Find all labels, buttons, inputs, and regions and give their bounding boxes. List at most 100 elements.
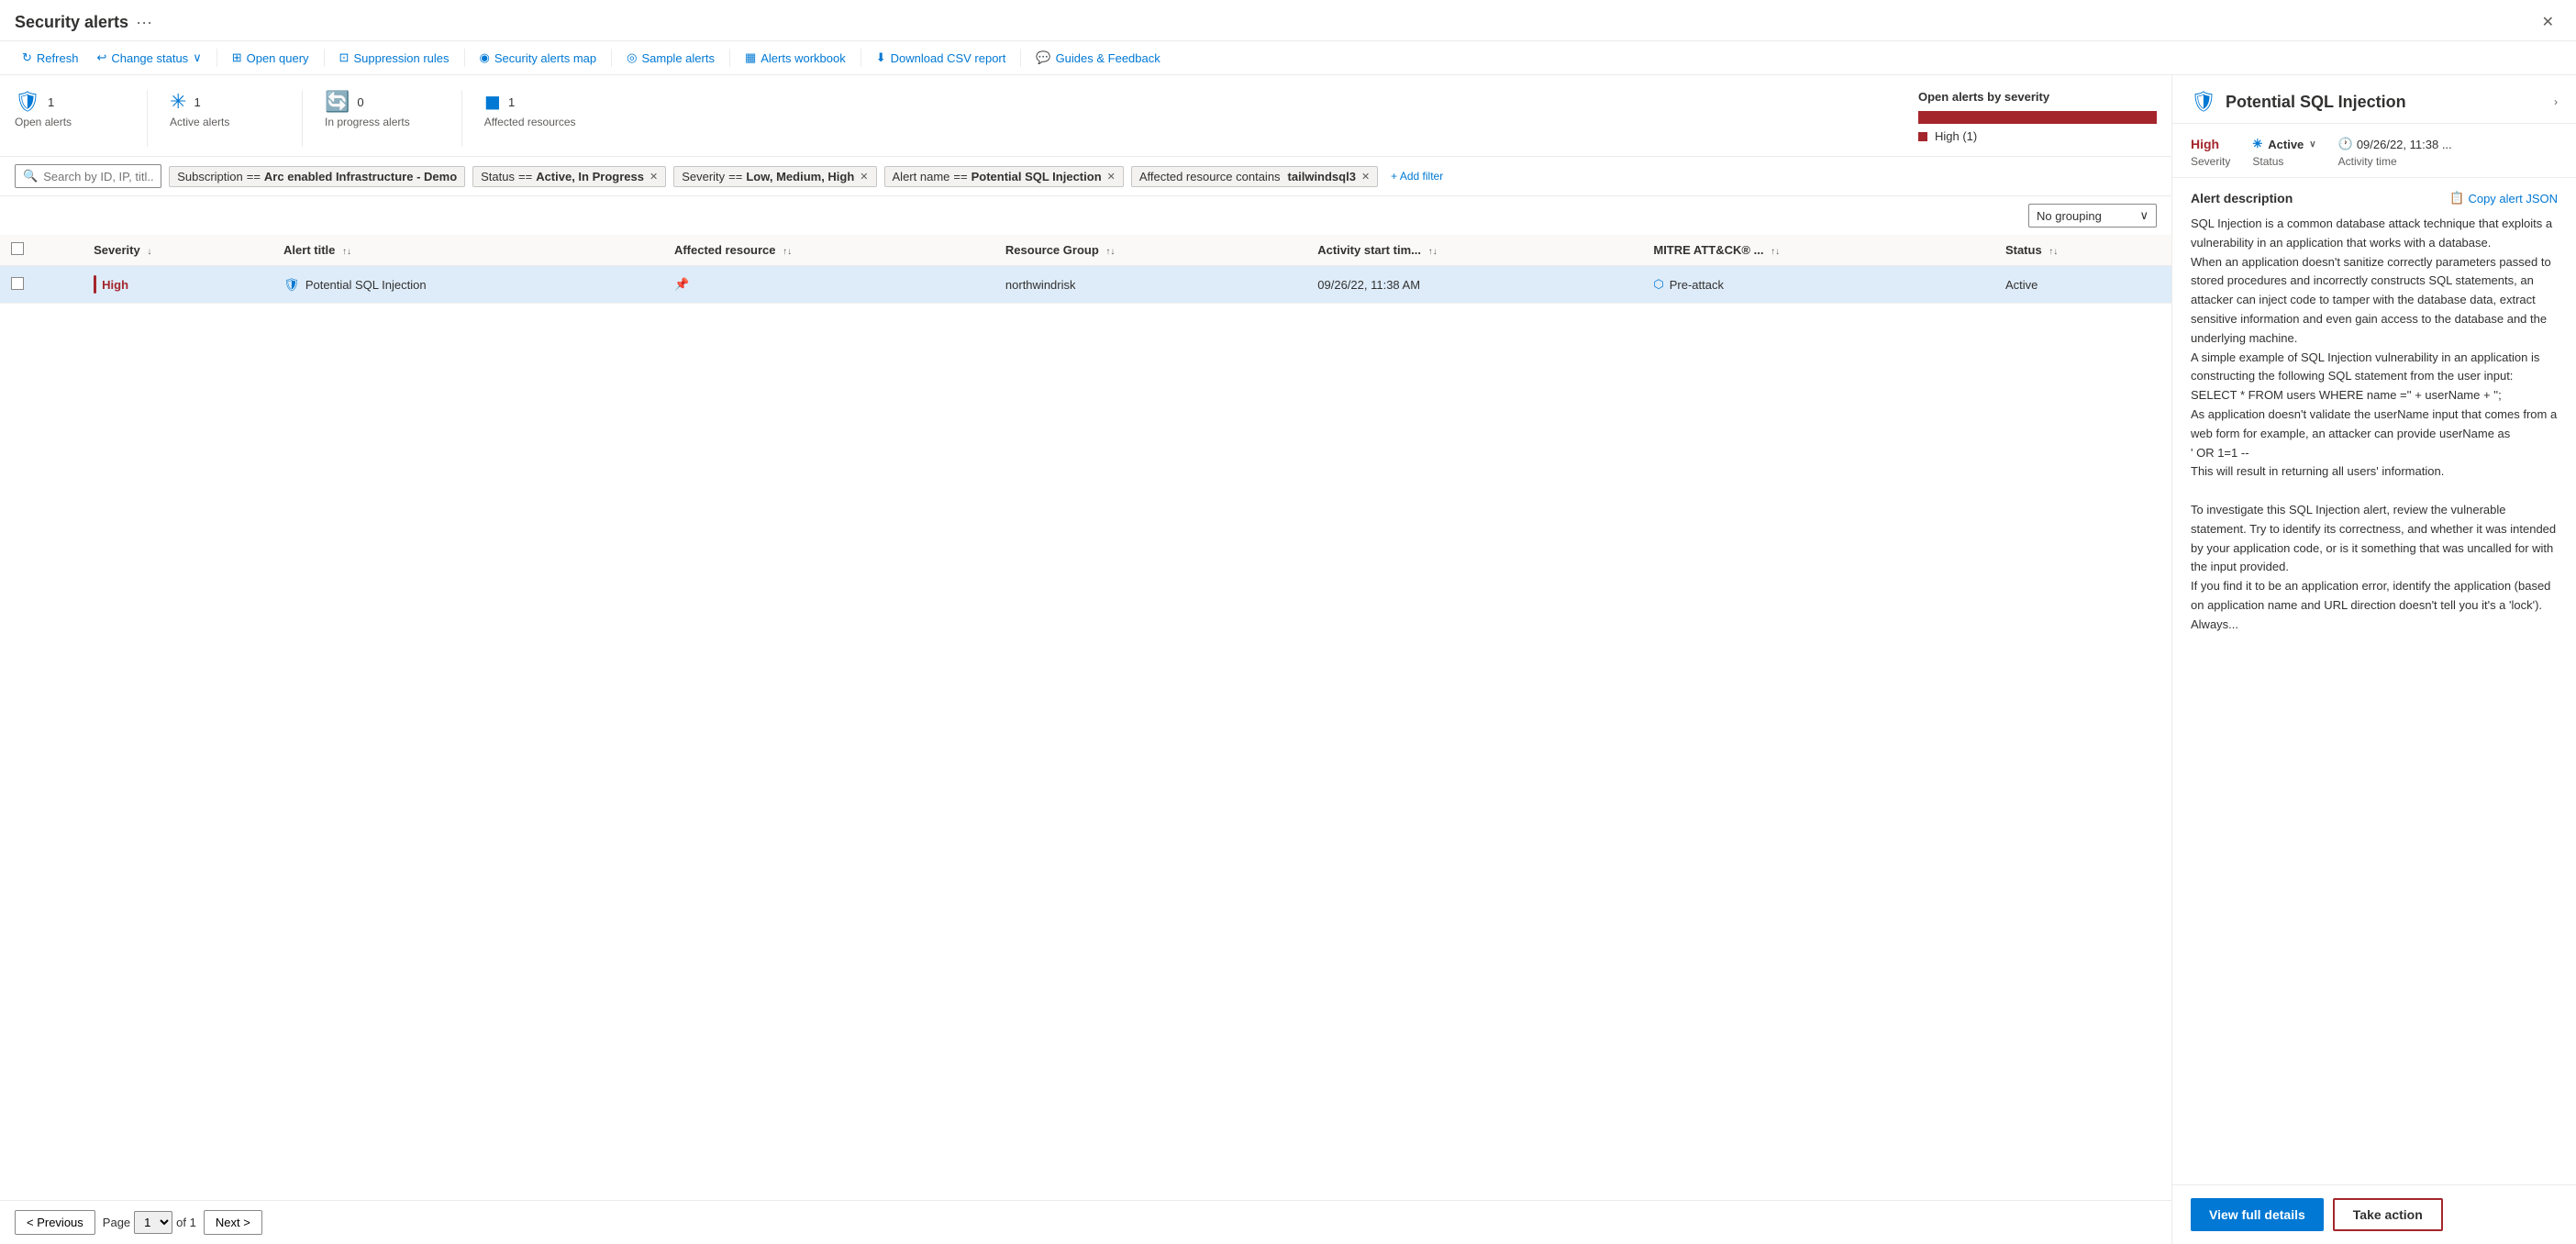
- high-legend-color: [1918, 132, 1927, 141]
- table-row[interactable]: High 🛡 Potential SQL Injection 📌: [0, 266, 2171, 304]
- main-window: Security alerts ··· ✕ ↻ Refresh ↩ Change…: [0, 0, 2576, 1244]
- filter-tag-alert-name: Alert name == Potential SQL Injection ✕: [884, 166, 1124, 187]
- search-icon: 🔍: [23, 169, 38, 183]
- download-icon: ⬇: [876, 50, 886, 65]
- sample-alerts-icon: ◎: [627, 50, 637, 65]
- severity-sort-icon[interactable]: ↓: [147, 247, 151, 257]
- detail-panel: 🛡 Potential SQL Injection › High Severit…: [2172, 75, 2576, 1244]
- filter-tag-status: Status == Active, In Progress ✕: [472, 166, 666, 187]
- change-status-button[interactable]: ↩ Change status ∨: [89, 47, 208, 69]
- take-action-button[interactable]: Take action: [2333, 1198, 2443, 1231]
- resource-group-sort-icon[interactable]: ↑↓: [1105, 247, 1115, 257]
- alert-description-text: SQL Injection is a common database attac…: [2191, 215, 2558, 635]
- main-content: 🛡 1 Open alerts ✳ 1 Active alerts: [0, 75, 2576, 1244]
- remove-affected-resource-filter-button[interactable]: ✕: [1361, 171, 1370, 183]
- severity-column-header: Severity ↓: [83, 235, 272, 266]
- alerts-table: Severity ↓ Alert title ↑↓ Affected resou…: [0, 235, 2171, 304]
- remove-severity-filter-button[interactable]: ✕: [860, 171, 868, 183]
- alerts-workbook-button[interactable]: ▦ Alerts workbook: [738, 47, 853, 69]
- in-progress-icon: 🔄: [325, 90, 350, 114]
- high-legend-label: High (1): [1935, 129, 1977, 143]
- add-filter-button[interactable]: + Add filter: [1385, 167, 1449, 185]
- meta-severity: High Severity: [2191, 137, 2230, 168]
- page-number-select[interactable]: 1: [134, 1211, 172, 1234]
- refresh-button[interactable]: ↻ Refresh: [15, 47, 85, 69]
- next-page-button[interactable]: Next >: [204, 1210, 262, 1235]
- status-column-header: Status ↑↓: [1994, 235, 2171, 266]
- stat-divider-3: [461, 90, 462, 147]
- open-query-button[interactable]: ⊞ Open query: [225, 47, 316, 69]
- mitre-attack-column-header: MITRE ATT&CK® ... ↑↓: [1642, 235, 1994, 266]
- title-bar: Security alerts ··· ✕: [0, 0, 2576, 41]
- page-select-container: Page 1 of 1: [103, 1211, 196, 1234]
- copy-icon: 📋: [2449, 191, 2464, 205]
- grouping-select[interactable]: No grouping ∨: [2028, 204, 2157, 228]
- search-box[interactable]: 🔍: [15, 164, 161, 188]
- guides-feedback-button[interactable]: 💬 Guides & Feedback: [1028, 47, 1167, 69]
- suppression-rules-icon: ⊡: [339, 50, 350, 65]
- row-severity-cell: High: [83, 266, 272, 304]
- select-all-checkbox[interactable]: [11, 242, 24, 255]
- status-sort-icon[interactable]: ↑↓: [2049, 247, 2058, 257]
- open-query-icon: ⊞: [232, 50, 242, 65]
- view-full-details-button[interactable]: View full details: [2191, 1198, 2324, 1231]
- shield-icon: 🛡: [15, 90, 40, 114]
- chevron-down-icon: ∨: [193, 50, 202, 65]
- row-mitre-cell: ⬡ Pre-attack: [1642, 266, 1994, 304]
- meta-status: ✳ Active ∨ Status: [2252, 137, 2315, 168]
- affected-resource-column-header: Affected resource ↑↓: [663, 235, 994, 266]
- toolbar-separator-7: [1020, 49, 1021, 67]
- mitre-attack-icon: ⬡: [1653, 277, 1663, 292]
- stat-divider-1: [147, 90, 148, 147]
- stat-affected-resources: ◼ 1 Affected resources: [484, 90, 605, 128]
- active-spinner-icon: ✳: [2252, 137, 2262, 151]
- suppression-rules-button[interactable]: ⊡ Suppression rules: [332, 47, 457, 69]
- panel-footer: View full details Take action: [2172, 1184, 2576, 1244]
- remove-status-filter-button[interactable]: ✕: [650, 171, 658, 183]
- toolbar-separator-4: [611, 49, 612, 67]
- activity-time-sort-icon[interactable]: ↑↓: [1428, 247, 1438, 257]
- stat-divider-2: [302, 90, 303, 147]
- remove-alert-name-filter-button[interactable]: ✕: [1107, 171, 1116, 183]
- download-csv-button[interactable]: ⬇ Download CSV report: [869, 47, 1014, 69]
- security-alerts-map-button[interactable]: ◉ Security alerts map: [472, 47, 605, 69]
- page-title: Security alerts: [15, 13, 128, 32]
- spinner-icon: ✳: [170, 90, 186, 114]
- resource-pin-icon: 📌: [674, 277, 689, 291]
- desc-header: Alert description 📋 Copy alert JSON: [2191, 191, 2558, 205]
- sample-alerts-button[interactable]: ◎ Sample alerts: [619, 47, 722, 69]
- expand-panel-button[interactable]: ›: [2554, 95, 2558, 108]
- copy-alert-json-button[interactable]: 📋 Copy alert JSON: [2449, 191, 2558, 205]
- select-all-header: [0, 235, 83, 266]
- stats-row: 🛡 1 Open alerts ✳ 1 Active alerts: [0, 75, 2171, 157]
- severity-chart: Open alerts by severity High (1): [1900, 90, 2157, 147]
- affected-resource-sort-icon[interactable]: ↑↓: [783, 247, 792, 257]
- mitre-sort-icon[interactable]: ↑↓: [1771, 247, 1780, 257]
- guides-icon: 💬: [1036, 50, 1050, 65]
- alert-title-sort-icon[interactable]: ↑↓: [342, 247, 351, 257]
- filter-tag-affected-resource: Affected resource contains tailwindsql3 …: [1131, 166, 1378, 187]
- filter-tag-subscription: Subscription == Arc enabled Infrastructu…: [169, 166, 465, 187]
- activity-start-time-column-header: Activity start tim... ↑↓: [1306, 235, 1642, 266]
- grouping-chevron-icon: ∨: [2139, 208, 2149, 223]
- close-button[interactable]: ✕: [2535, 9, 2561, 35]
- row-checkbox-cell: [0, 266, 83, 304]
- panel-meta: High Severity ✳ Active ∨ Status 🕐 09/26/…: [2172, 124, 2576, 178]
- meta-activity-time: 🕐 09/26/22, 11:38 ... Activity time: [2338, 137, 2452, 168]
- status-dropdown-arrow[interactable]: ∨: [2309, 139, 2315, 150]
- panel-header: 🛡 Potential SQL Injection ›: [2172, 75, 2576, 124]
- table-container: Severity ↓ Alert title ↑↓ Affected resou…: [0, 235, 2171, 1200]
- search-input[interactable]: [43, 170, 153, 183]
- panel-shield-icon: 🛡: [2191, 90, 2216, 114]
- row-alert-title-cell: 🛡 Potential SQL Injection: [272, 266, 663, 304]
- pagination: < Previous Page 1 of 1 Next >: [0, 1200, 2171, 1244]
- more-options-button[interactable]: ···: [136, 13, 152, 32]
- row-status-cell: Active: [1994, 266, 2171, 304]
- toolbar-separator-5: [729, 49, 730, 67]
- row-checkbox[interactable]: [11, 277, 24, 290]
- refresh-icon: ↻: [22, 50, 32, 65]
- change-status-icon: ↩: [96, 50, 106, 65]
- row-affected-resource-cell: 📌: [663, 266, 994, 304]
- previous-page-button[interactable]: < Previous: [15, 1210, 95, 1235]
- resource-group-column-header: Resource Group ↑↓: [994, 235, 1306, 266]
